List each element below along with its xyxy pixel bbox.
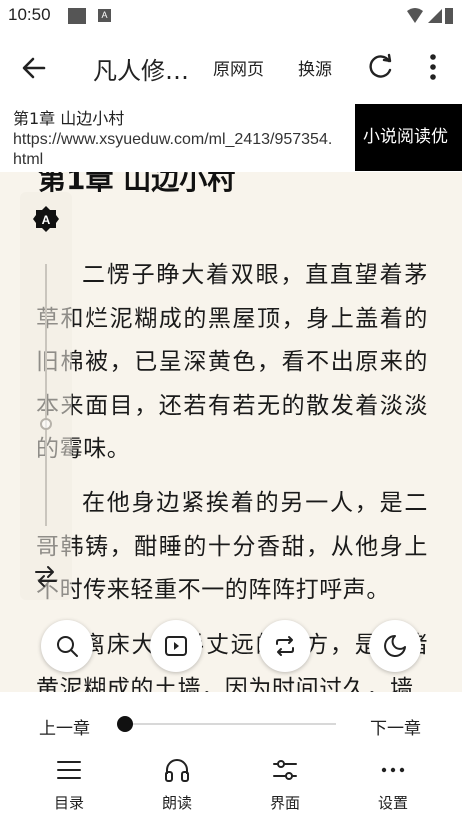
- replace-button[interactable]: [259, 620, 311, 672]
- menu-list-icon: [57, 761, 81, 779]
- nav-interface[interactable]: 界面: [250, 754, 320, 814]
- prev-chapter-button[interactable]: 上一章: [39, 714, 90, 739]
- paragraph: 离床大约半丈远的地方，是一堵黄泥糊成的土墙，因为时间过久，墙: [36, 632, 428, 692]
- status-signal-icons: [407, 8, 453, 24]
- status-time: 10:50: [8, 5, 51, 24]
- nav-settings[interactable]: 设置: [358, 754, 428, 814]
- reader-app-button[interactable]: 小说阅读优: [355, 104, 462, 171]
- nav-interface-label: 界面: [269, 794, 300, 812]
- auto-page-icon: [165, 636, 187, 656]
- refresh-icon[interactable]: [365, 52, 395, 82]
- brightness-slider-track[interactable]: [45, 264, 47, 526]
- auto-brightness-letter: A: [42, 213, 51, 227]
- chapter-title[interactable]: 第1章 山边小村: [13, 105, 124, 129]
- nav-catalog[interactable]: 目录: [34, 754, 104, 814]
- change-source-button[interactable]: 换源: [298, 55, 332, 80]
- nav-settings-label: 设置: [377, 794, 408, 812]
- swap-side-icon[interactable]: [33, 564, 59, 588]
- replace-icon: [276, 636, 294, 656]
- chapter-progress-track[interactable]: [125, 723, 336, 725]
- nav-read-aloud-label: 朗读: [161, 794, 192, 812]
- more-vertical-icon[interactable]: [420, 52, 446, 82]
- paragraph: 在他身边紧挨着的另一人，是二哥韩铸，酣睡的十分香甜，从他身上不时传来轻重不一的阵…: [36, 490, 428, 603]
- more-horizontal-icon: [381, 767, 405, 773]
- paragraph: 二愣子睁大着双眼，直直望着茅草和烂泥糊成的黑屋顶，身上盖着的旧棉被，已呈深黄色，…: [36, 262, 428, 462]
- bottom-menu: 上一章 下一章 目录 朗读 界面 设置: [0, 692, 462, 821]
- original-page-button[interactable]: 原网页: [213, 55, 264, 80]
- top-toolbar: 凡人修… 原网页 换源: [0, 34, 462, 100]
- nav-catalog-label: 目录: [53, 794, 84, 812]
- search-button[interactable]: [41, 620, 93, 672]
- chapter-url[interactable]: https://www.xsyueduw.com/ml_2413/957354.…: [13, 130, 333, 170]
- nav-read-aloud[interactable]: 朗读: [142, 754, 212, 814]
- auto-brightness-icon[interactable]: A: [33, 206, 59, 232]
- book-title[interactable]: 凡人修…: [93, 51, 189, 86]
- chapter-info-bar: 第1章 山边小村 https://www.xsyueduw.com/ml_241…: [0, 100, 462, 172]
- brightness-slider-thumb[interactable]: [40, 418, 52, 430]
- night-mode-button[interactable]: [369, 620, 421, 672]
- back-arrow-icon[interactable]: [18, 52, 50, 84]
- next-chapter-button[interactable]: 下一章: [370, 714, 421, 739]
- night-mode-icon: [384, 635, 406, 657]
- search-icon: [57, 636, 78, 657]
- notification-square-icon: [68, 8, 86, 24]
- status-bar: 10:50 A: [0, 0, 462, 34]
- brightness-panel: A: [20, 192, 72, 600]
- chapter-progress-thumb[interactable]: [117, 716, 133, 732]
- auto-page-button[interactable]: [150, 620, 202, 672]
- headphones-icon: [165, 759, 189, 782]
- notification-a-icon: A: [98, 9, 111, 22]
- sliders-icon: [273, 760, 297, 780]
